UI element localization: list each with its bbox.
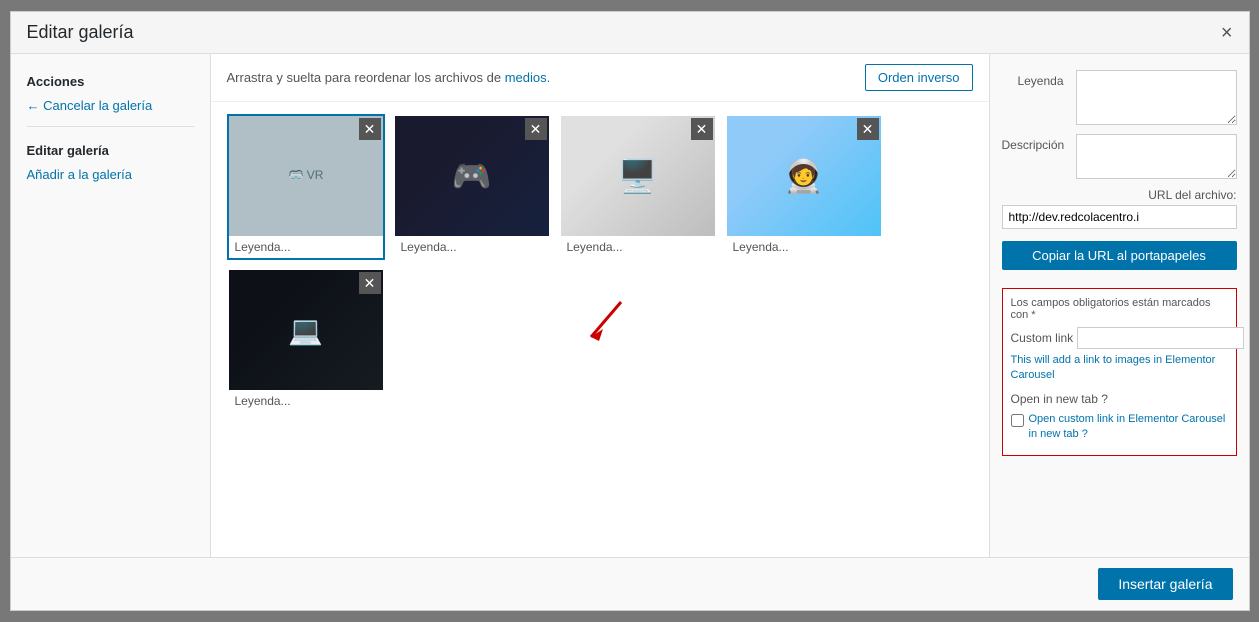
inverse-order-button[interactable]: Orden inverso xyxy=(865,64,973,91)
modal-title: Editar galería xyxy=(27,22,134,43)
custom-link-input[interactable] xyxy=(1077,327,1244,349)
top-spacer xyxy=(1002,62,1237,70)
gallery-grid-wrapper: 🥽 ✕ Leyenda... 🎮 ✕ Leyenda... 🖥️ xyxy=(211,102,989,557)
gallery-caption-5: Leyenda... xyxy=(229,390,383,412)
modal-header: Editar galería × xyxy=(11,12,1249,54)
copy-url-button[interactable]: Copiar la URL al portapapeles xyxy=(1002,241,1237,270)
gallery-item-2[interactable]: 🎮 ✕ Leyenda... xyxy=(393,114,551,260)
remove-item-3-button[interactable]: ✕ xyxy=(691,118,713,140)
descripcion-input-wrap xyxy=(1076,134,1237,182)
url-label: URL del archivo: xyxy=(1002,188,1237,202)
leyenda-label: Leyenda xyxy=(1002,70,1072,125)
leyenda-input-wrap xyxy=(1076,70,1237,128)
modal-overlay: Editar galería × Acciones ← Cancelar la … xyxy=(0,0,1259,622)
cancel-gallery-link[interactable]: ← Cancelar la galería xyxy=(11,93,210,118)
custom-link-row: Custom link xyxy=(1011,327,1228,349)
remove-item-4-button[interactable]: ✕ xyxy=(857,118,879,140)
gallery-caption-1: Leyenda... xyxy=(229,236,383,258)
url-field-row: URL del archivo: xyxy=(1002,188,1237,229)
insert-gallery-button[interactable]: Insertar galería xyxy=(1098,568,1232,600)
gallery-item-1[interactable]: 🥽 ✕ Leyenda... xyxy=(227,114,385,260)
descripcion-label: Descripción xyxy=(1002,134,1072,179)
custom-link-hint: This will add a link to images in Elemen… xyxy=(1011,353,1228,384)
gallery-item-5[interactable]: 💻 ✕ Leyenda... xyxy=(227,268,385,414)
custom-link-label: Custom link xyxy=(1011,331,1074,345)
descripcion-field-row: Descripción xyxy=(1002,134,1237,182)
medios-link[interactable]: medios xyxy=(505,70,547,85)
sidebar-divider xyxy=(27,126,194,127)
toolbar-instruction: Arrastra y suelta para reordenar los arc… xyxy=(227,70,551,85)
modal-footer: Insertar galería xyxy=(11,557,1249,610)
gallery-caption-3: Leyenda... xyxy=(561,236,715,258)
remove-item-2-button[interactable]: ✕ xyxy=(525,118,547,140)
gallery-item-3[interactable]: 🖥️ ✕ Leyenda... xyxy=(559,114,717,260)
leyenda-field-row: Leyenda xyxy=(1002,70,1237,128)
open-tab-checkbox[interactable] xyxy=(1011,414,1024,427)
main-toolbar: Arrastra y suelta para reordenar los arc… xyxy=(211,54,989,102)
acciones-label: Acciones xyxy=(11,66,210,93)
gallery-caption-4: Leyenda... xyxy=(727,236,881,258)
modal: Editar galería × Acciones ← Cancelar la … xyxy=(10,11,1250,611)
open-tab-label: Open in new tab ? xyxy=(1011,392,1228,406)
sidebar: Acciones ← Cancelar la galería Editar ga… xyxy=(11,54,211,557)
right-panel: Leyenda Descripción URL del archivo: xyxy=(989,54,1249,557)
gallery-caption-2: Leyenda... xyxy=(395,236,549,258)
descripcion-textarea[interactable] xyxy=(1076,134,1237,179)
remove-item-5-button[interactable]: ✕ xyxy=(359,272,381,294)
open-tab-checkbox-row: Open custom link in Elementor Carousel i… xyxy=(1011,412,1228,443)
add-to-gallery-link[interactable]: Añadir a la galería xyxy=(11,162,210,187)
gallery-item-4[interactable]: 🧑‍🚀 ✕ Leyenda... xyxy=(725,114,883,260)
gallery-grid: 🥽 ✕ Leyenda... 🎮 ✕ Leyenda... 🖥️ xyxy=(227,114,973,414)
remove-item-1-button[interactable]: ✕ xyxy=(359,118,381,140)
open-tab-checkbox-hint: Open custom link in Elementor Carousel i… xyxy=(1029,412,1228,443)
url-input[interactable] xyxy=(1002,205,1237,229)
main-content: Arrastra y suelta para reordenar los arc… xyxy=(211,54,989,557)
leyenda-textarea[interactable] xyxy=(1076,70,1237,125)
modal-body: Acciones ← Cancelar la galería Editar ga… xyxy=(11,54,1249,557)
modal-close-button[interactable]: × xyxy=(1221,23,1233,43)
edit-gallery-label: Editar galería xyxy=(11,135,210,162)
required-note: Los campos obligatorios están marcados c… xyxy=(1011,297,1228,321)
custom-section: Los campos obligatorios están marcados c… xyxy=(1002,288,1237,456)
